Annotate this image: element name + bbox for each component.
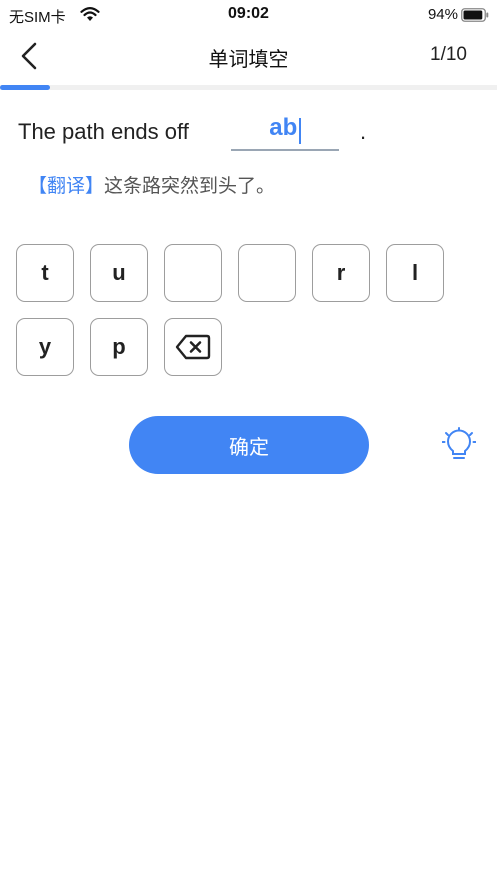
- letter-key[interactable]: y: [16, 318, 74, 376]
- status-time: 09:02: [228, 5, 269, 22]
- letter-key[interactable]: u: [90, 244, 148, 302]
- confirm-button[interactable]: 确定: [129, 416, 369, 474]
- answer-text: ab: [269, 114, 298, 141]
- letter-key[interactable]: l: [386, 244, 444, 302]
- sentence-text: The path ends off: [18, 119, 189, 144]
- progress-fill: [0, 85, 50, 90]
- letter-key-empty[interactable]: [164, 244, 222, 302]
- sentence-ending: .: [360, 119, 367, 144]
- letter-key[interactable]: p: [90, 318, 148, 376]
- question-sentence: The path ends off ab .: [18, 115, 488, 155]
- battery-icon: [461, 8, 489, 22]
- letter-key[interactable]: r: [312, 244, 370, 302]
- question-counter: 1/10: [430, 44, 467, 65]
- lightbulb-icon[interactable]: [442, 427, 476, 463]
- battery-percent: 94%: [427, 6, 458, 23]
- text-caret: [299, 117, 301, 144]
- translation-text: 这条路突然到头了。: [104, 176, 276, 197]
- answer-input[interactable]: ab: [231, 115, 339, 151]
- letter-key-empty[interactable]: [238, 244, 296, 302]
- translation: 【翻译】这条路突然到头了。: [28, 171, 275, 198]
- status-bar: 无SIM卡 09:02 94%: [0, 0, 497, 30]
- nav-bar: 单词填空 1/10: [0, 30, 497, 84]
- translation-tag: 【翻译】: [28, 176, 105, 197]
- progress-bar: [0, 85, 497, 90]
- page-title: 单词填空: [208, 49, 289, 71]
- delete-key[interactable]: [164, 318, 222, 376]
- backspace-icon: [175, 334, 211, 360]
- letter-key[interactable]: t: [16, 244, 74, 302]
